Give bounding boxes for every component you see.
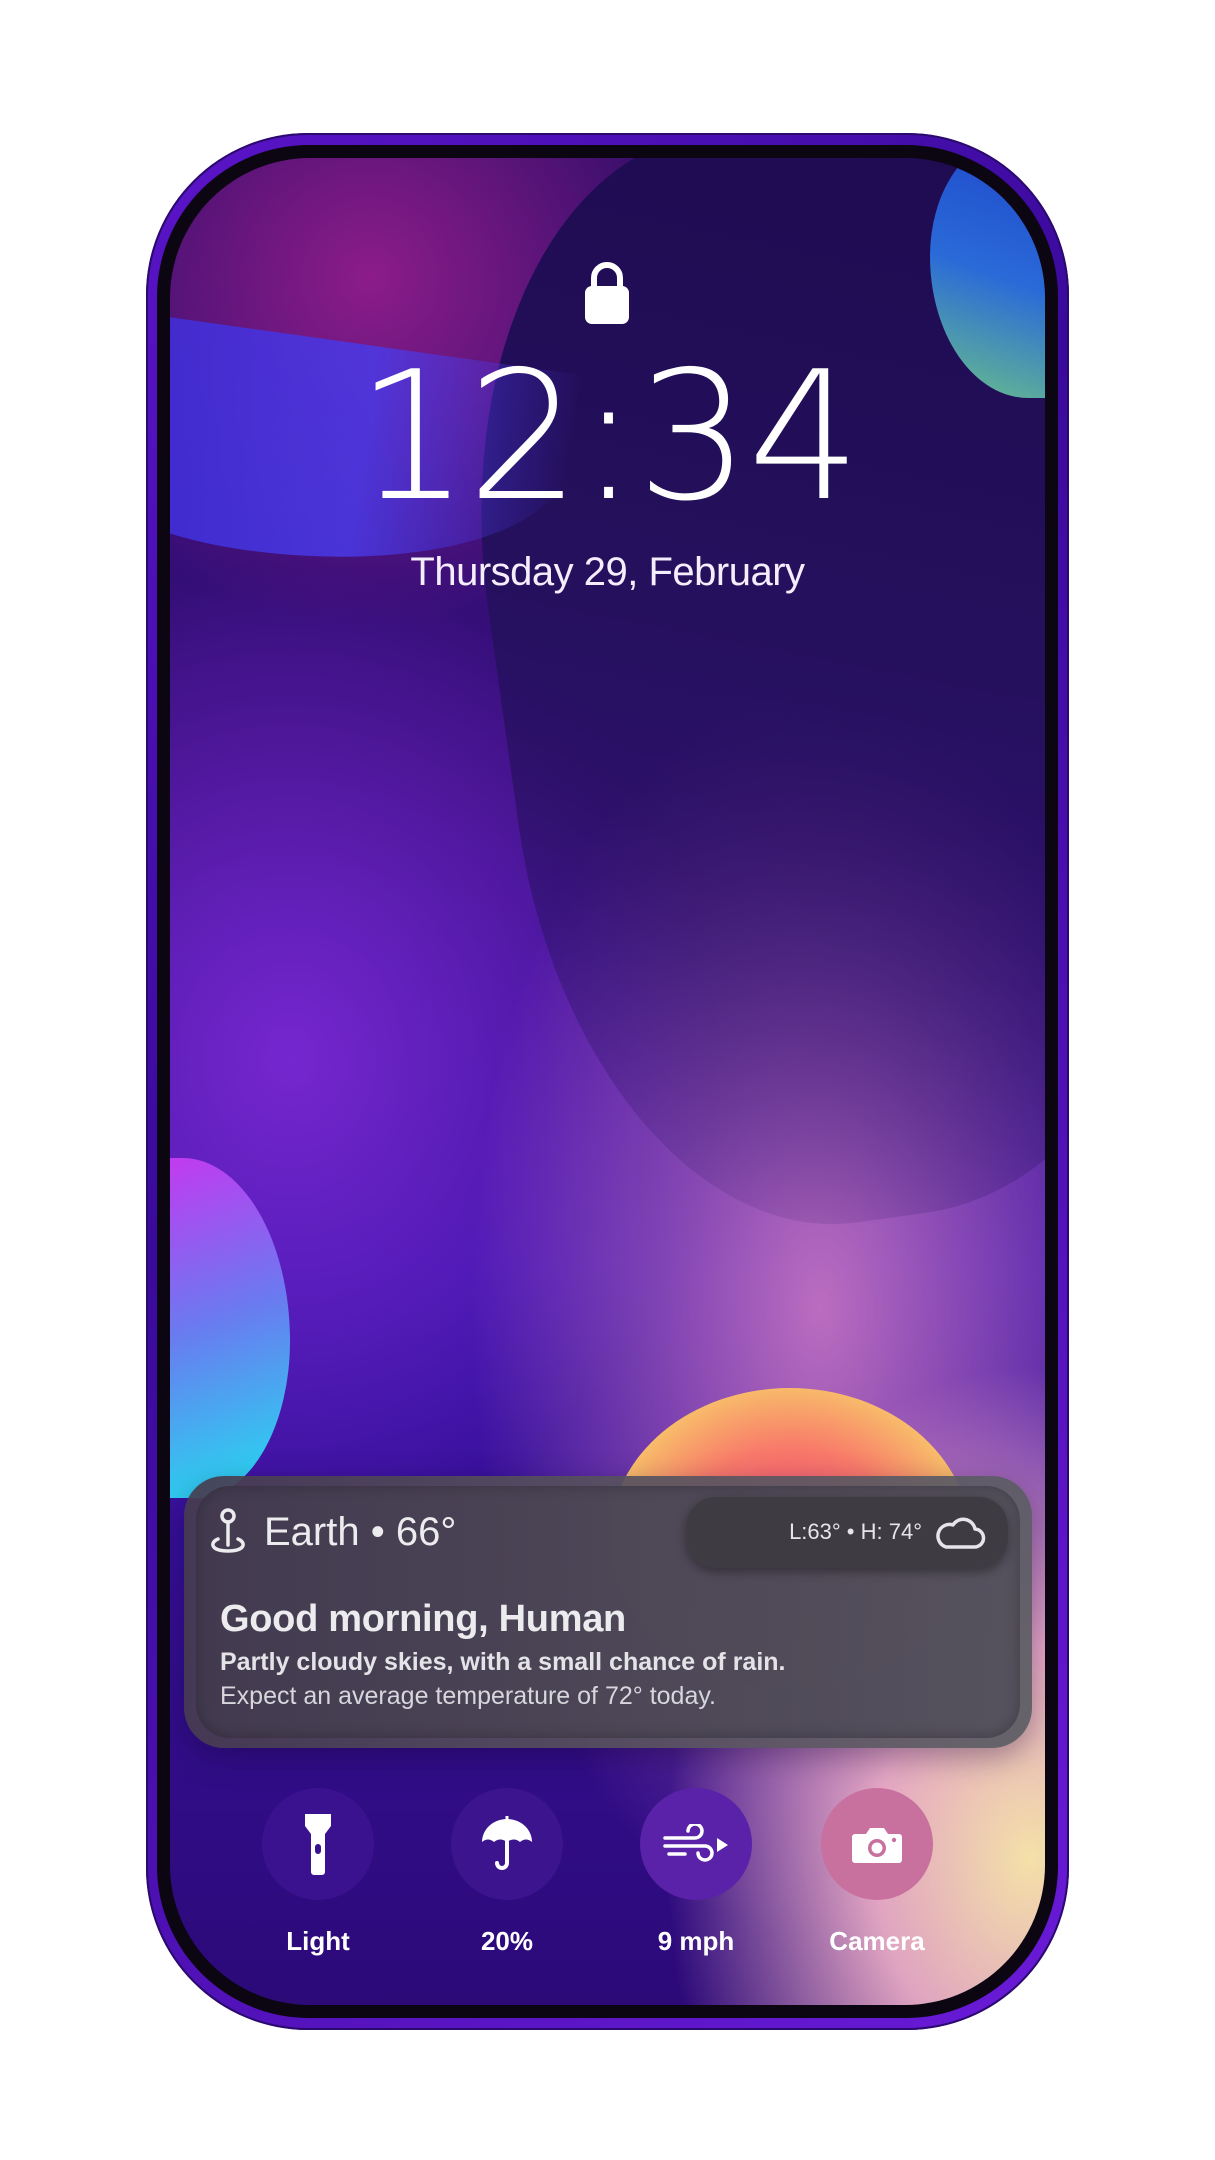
quick-action-light[interactable]: Light — [238, 1788, 398, 1957]
forecast-detail-text: Expect an average temperature of 72° tod… — [220, 1682, 716, 1710]
camera-icon — [852, 1828, 902, 1863]
flashlight-icon — [305, 1814, 331, 1875]
location-pin-icon — [211, 1508, 245, 1553]
device-mockup: 12:34 Thursday 29, February Earth • 66° … — [0, 0, 1215, 2160]
rain-chance-button[interactable] — [451, 1788, 563, 1900]
quick-action-label: 20% — [480, 1926, 534, 1956]
quick-action-label: 9 mph — [657, 1926, 735, 1956]
wind-button[interactable] — [640, 1788, 752, 1900]
light-button[interactable] — [262, 1788, 374, 1900]
umbrella-icon — [482, 1816, 532, 1870]
quick-action-label: Camera — [829, 1926, 925, 1956]
location-chip: Earth • 66° — [206, 1496, 456, 1568]
camera-button[interactable] — [821, 1788, 933, 1900]
quick-action-rain[interactable]: 20% — [427, 1788, 587, 1957]
forecast-text: Partly cloudy skies, with a small chance… — [220, 1648, 786, 1676]
wind-icon — [663, 1824, 728, 1862]
lock-screen: 12:34 Thursday 29, February Earth • 66° … — [170, 158, 1045, 2005]
quick-action-wind[interactable]: 9 mph — [616, 1788, 776, 1957]
clock-time: 12:34 — [356, 333, 861, 540]
clock-date: Thursday 29, February — [410, 550, 805, 594]
weather-widget[interactable]: Earth • 66° L:63° • H: 74° Good morning,… — [184, 1476, 1032, 1748]
temperature-range: L:63° • H: 74° — [789, 1519, 922, 1544]
wallpaper-shape — [170, 1158, 290, 1498]
quick-action-camera[interactable]: Camera — [797, 1788, 957, 1957]
lock-icon — [585, 262, 629, 324]
cloud-icon — [936, 1517, 986, 1549]
location-temperature: Earth • 66° — [264, 1509, 457, 1554]
quick-action-label: Light — [286, 1926, 350, 1956]
temperature-range-chip: L:63° • H: 74° — [686, 1496, 1008, 1568]
greeting-text: Good morning, Human — [220, 1598, 626, 1640]
